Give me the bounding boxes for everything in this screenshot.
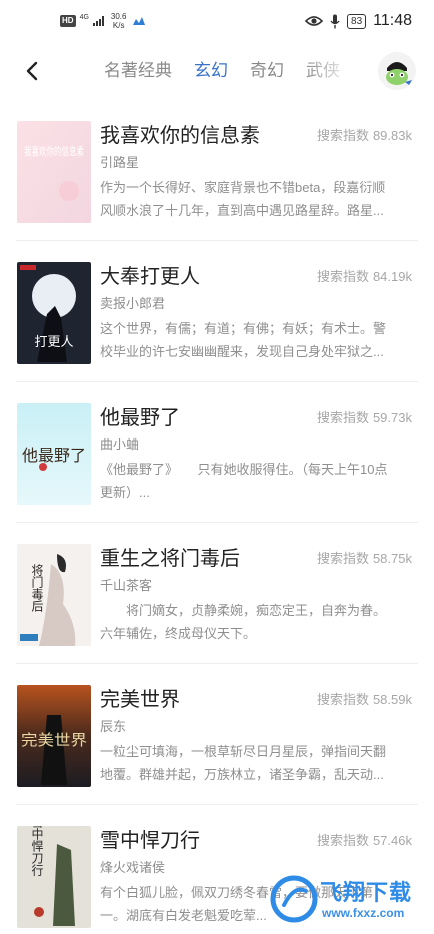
search-index-label: 搜索指数: [316, 410, 369, 425]
book-title[interactable]: 大奉打更人: [100, 263, 200, 291]
avatar[interactable]: [378, 52, 416, 90]
search-index: 搜索指数 89.83k: [317, 127, 412, 145]
tab-fantasy[interactable]: 玄幻: [194, 58, 228, 94]
book-cover[interactable]: 雪中悍刀行: [17, 826, 91, 928]
cover-title: 他最野了: [22, 446, 86, 465]
book-cover[interactable]: 打更人: [17, 262, 91, 364]
tab-magic[interactable]: 奇幻: [250, 58, 284, 94]
search-index-value: 57.46k: [372, 833, 412, 848]
search-index-value: 89.83k: [372, 128, 412, 143]
search-index: 搜索指数 57.46k: [317, 832, 412, 850]
book-author: 卖报小郎君: [100, 296, 166, 311]
list-item[interactable]: 打更人 大奉打更人 搜索指数 84.19k 卖报小郎君 这个世界，有儒；有道；有佛…: [0, 241, 434, 382]
book-author: 千山茶客: [100, 578, 153, 593]
category-nav: 名著经典 玄幻 奇幻 武侠: [0, 44, 434, 100]
book-title[interactable]: 雪中悍刀行: [100, 827, 200, 855]
book-cover[interactable]: 将门毒后: [17, 544, 91, 646]
book-cover[interactable]: 我喜欢你的信息素: [17, 121, 91, 223]
book-cover[interactable]: 他最野了: [17, 403, 91, 505]
book-author: 引路星: [100, 155, 140, 170]
cover-title: 我喜欢你的信息素: [24, 144, 84, 158]
book-author: 烽火戏诸侯: [100, 860, 166, 875]
search-index-label: 搜索指数: [316, 551, 369, 566]
book-author: 曲小蛐: [100, 437, 140, 452]
book-author: 辰东: [100, 719, 127, 734]
watermark-logo-icon: [270, 875, 318, 923]
search-index: 搜索指数 58.75k: [317, 550, 412, 568]
cover-title: 完美世界: [21, 731, 87, 749]
speed-unit: K/s: [112, 21, 125, 30]
speed-value: 30.6: [110, 12, 127, 21]
book-list: 我喜欢你的信息素 我喜欢你的信息素 搜索指数89.83k 引路星 作为一个长得好…: [0, 100, 434, 934]
clock: 11:48: [373, 12, 412, 29]
battery-indicator: 83: [347, 13, 367, 29]
cover-title: 雪中悍刀行: [30, 826, 44, 876]
search-index-label: 搜索指数: [316, 128, 369, 143]
book-title[interactable]: 完美世界: [100, 686, 180, 714]
eye-icon: [305, 16, 324, 26]
back-button[interactable]: [20, 58, 46, 84]
tab-classics[interactable]: 名著经典: [104, 58, 172, 94]
list-item[interactable]: 他最野了 他最野了 搜索指数 59.73k 曲小蛐 《他最野了》 只有她收服得住。…: [0, 382, 434, 523]
cover-title: 将门毒后: [30, 564, 44, 612]
search-index-value: 59.73k: [372, 410, 412, 425]
book-title[interactable]: 我喜欢你的信息素: [100, 122, 260, 150]
network-type: 4G: [79, 14, 89, 21]
book-description: 《他最野了》 只有她收服得住。（每天上午10点更新）...: [100, 462, 388, 500]
search-index: 搜索指数 58.59k: [317, 691, 412, 709]
search-index-value: 58.75k: [372, 551, 412, 566]
book-description: 将门嫡女，贞静柔婉，痴恋定王，自奔为眷。 六年辅佐，终成母仪天下。: [100, 603, 398, 641]
list-item[interactable]: 将门毒后 重生之将门毒后 搜索指数 58.75k 千山茶客 将门嫡女，贞静柔婉，痴…: [0, 523, 434, 664]
watermark-url: www.fxxz.com: [322, 906, 405, 920]
book-description: 一粒尘可填海，一根草斩尽日月星辰，弹指间天翻地覆。群雄并起，万族林立，诸圣争霸，…: [100, 744, 387, 782]
chevron-left-icon: [26, 61, 38, 81]
status-bar: HD 4G 30.6 K/s 83 11:48: [0, 0, 434, 44]
book-description: 这个世界，有儒；有道；有佛；有妖；有术士。警校毕业的许七安幽幽醒来，发现自己身处…: [100, 321, 387, 359]
search-index-label: 搜索指数: [316, 833, 369, 848]
search-index-value: 58.59k: [372, 692, 412, 707]
watermark: 飞翔下载 www.fxxz.com: [268, 868, 428, 930]
search-index: 搜索指数 59.73k: [317, 409, 412, 427]
microphone-icon: [330, 14, 340, 28]
cover-title: 打更人: [34, 335, 73, 350]
network-speed: 30.6 K/s: [111, 12, 127, 30]
search-index-label: 搜索指数: [316, 692, 369, 707]
watermark-brand: 飞翔下载: [320, 880, 413, 905]
hd-badge: HD: [60, 15, 76, 27]
search-index-label: 搜索指数: [316, 269, 369, 284]
tab-wuxia[interactable]: 武侠: [306, 58, 340, 94]
book-title[interactable]: 他最野了: [100, 404, 180, 432]
book-title[interactable]: 重生之将门毒后: [100, 545, 240, 573]
list-item[interactable]: 完美世界 完美世界 搜索指数 58.59k 辰东 一粒尘可填海，一根草斩尽日月星辰…: [0, 664, 434, 805]
search-index-value: 84.19k: [372, 269, 412, 284]
status-right: 83 11:48: [305, 12, 412, 30]
app-notification-icon: [133, 17, 146, 25]
search-index: 搜索指数 84.19k: [317, 268, 412, 286]
status-left: HD 4G 30.6 K/s: [60, 12, 146, 30]
book-description: 作为一个长得好、家庭背景也不错beta，段嘉衍顺风顺水浪了十几年，直到高中遇见路…: [100, 180, 386, 218]
category-tabs: 名著经典 玄幻 奇幻 武侠: [104, 58, 354, 94]
avatar-image: [378, 52, 416, 90]
signal-icon: [92, 16, 104, 26]
list-item[interactable]: 我喜欢你的信息素 我喜欢你的信息素 搜索指数89.83k 引路星 作为一个长得好…: [0, 100, 434, 241]
book-cover[interactable]: 完美世界: [17, 685, 91, 787]
